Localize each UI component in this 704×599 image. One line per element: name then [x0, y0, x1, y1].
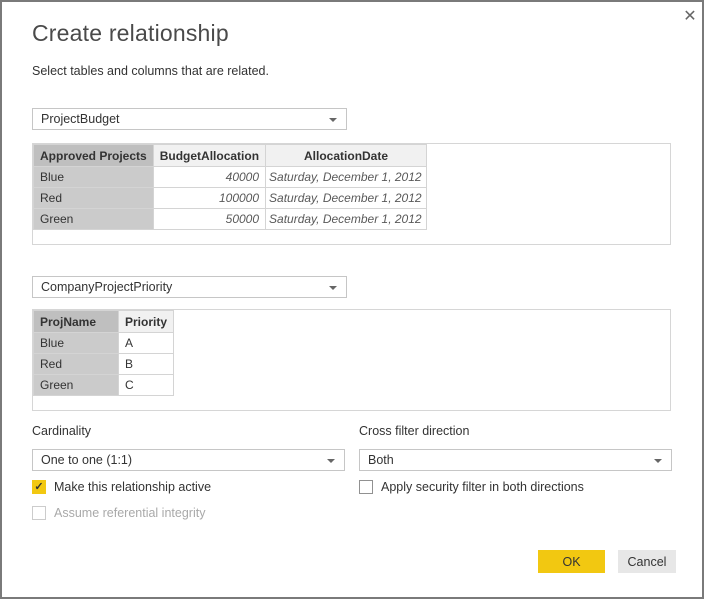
table-header-row: Approved Projects BudgetAllocation Alloc…	[34, 145, 427, 167]
table-row: Red 100000 Saturday, December 1, 2012	[34, 188, 427, 209]
integrity-checkbox-row: Assume referential integrity	[32, 506, 205, 520]
chevron-down-icon	[654, 459, 662, 463]
table-cell[interactable]: 100000	[153, 188, 265, 209]
column-header[interactable]: BudgetAllocation	[153, 145, 265, 167]
integrity-checkbox-label: Assume referential integrity	[54, 506, 205, 520]
table2-select[interactable]: CompanyProjectPriority	[32, 276, 347, 298]
table-cell[interactable]: Saturday, December 1, 2012	[266, 209, 427, 230]
chevron-down-icon	[329, 286, 337, 290]
cancel-button[interactable]: Cancel	[618, 550, 676, 573]
cross-filter-label: Cross filter direction	[359, 424, 469, 438]
cross-filter-select[interactable]: Both	[359, 449, 672, 471]
create-relationship-dialog: Create relationship ✕ Select tables and …	[0, 0, 704, 599]
table-row: Blue 40000 Saturday, December 1, 2012	[34, 167, 427, 188]
table-header-row: ProjName Priority	[34, 311, 174, 333]
cross-filter-value: Both	[368, 453, 394, 467]
table-cell[interactable]: B	[119, 354, 174, 375]
table-cell[interactable]: 50000	[153, 209, 265, 230]
check-icon: ✓	[34, 482, 43, 493]
security-checkbox[interactable]	[359, 480, 373, 494]
table1-select-value: ProjectBudget	[41, 112, 120, 126]
table-cell[interactable]: Blue	[34, 333, 119, 354]
table-cell[interactable]: Green	[34, 209, 154, 230]
cardinality-select[interactable]: One to one (1:1)	[32, 449, 345, 471]
cardinality-label: Cardinality	[32, 424, 91, 438]
table-row: Red B	[34, 354, 174, 375]
page-title: Create relationship	[32, 20, 229, 47]
close-icon[interactable]: ✕	[678, 4, 702, 28]
table-cell[interactable]: A	[119, 333, 174, 354]
table-cell[interactable]: Saturday, December 1, 2012	[266, 188, 427, 209]
active-checkbox-label: Make this relationship active	[54, 480, 211, 494]
dialog-subtitle: Select tables and columns that are relat…	[32, 64, 269, 78]
table1: Approved Projects BudgetAllocation Alloc…	[33, 144, 427, 230]
table2: ProjName Priority Blue A Red B Green C	[33, 310, 174, 396]
active-checkbox[interactable]: ✓	[32, 480, 46, 494]
column-header[interactable]: Approved Projects	[34, 145, 154, 167]
cardinality-value: One to one (1:1)	[41, 453, 132, 467]
table-cell[interactable]: Saturday, December 1, 2012	[266, 167, 427, 188]
table-cell[interactable]: Red	[34, 354, 119, 375]
chevron-down-icon	[329, 118, 337, 122]
security-checkbox-label: Apply security filter in both directions	[381, 480, 584, 494]
table-cell[interactable]: 40000	[153, 167, 265, 188]
table-row: Green C	[34, 375, 174, 396]
table-cell[interactable]: Green	[34, 375, 119, 396]
column-header[interactable]: ProjName	[34, 311, 119, 333]
table1-preview: Approved Projects BudgetAllocation Alloc…	[32, 143, 671, 245]
table-row: Green 50000 Saturday, December 1, 2012	[34, 209, 427, 230]
chevron-down-icon	[327, 459, 335, 463]
table-cell[interactable]: Red	[34, 188, 154, 209]
ok-button[interactable]: OK	[538, 550, 605, 573]
table-row: Blue A	[34, 333, 174, 354]
security-checkbox-row: Apply security filter in both directions	[359, 480, 584, 494]
table2-select-value: CompanyProjectPriority	[41, 280, 172, 294]
integrity-checkbox	[32, 506, 46, 520]
table-cell[interactable]: Blue	[34, 167, 154, 188]
table-cell[interactable]: C	[119, 375, 174, 396]
column-header[interactable]: Priority	[119, 311, 174, 333]
column-header[interactable]: AllocationDate	[266, 145, 427, 167]
table2-preview: ProjName Priority Blue A Red B Green C	[32, 309, 671, 411]
active-checkbox-row: ✓ Make this relationship active	[32, 480, 211, 494]
table1-select[interactable]: ProjectBudget	[32, 108, 347, 130]
